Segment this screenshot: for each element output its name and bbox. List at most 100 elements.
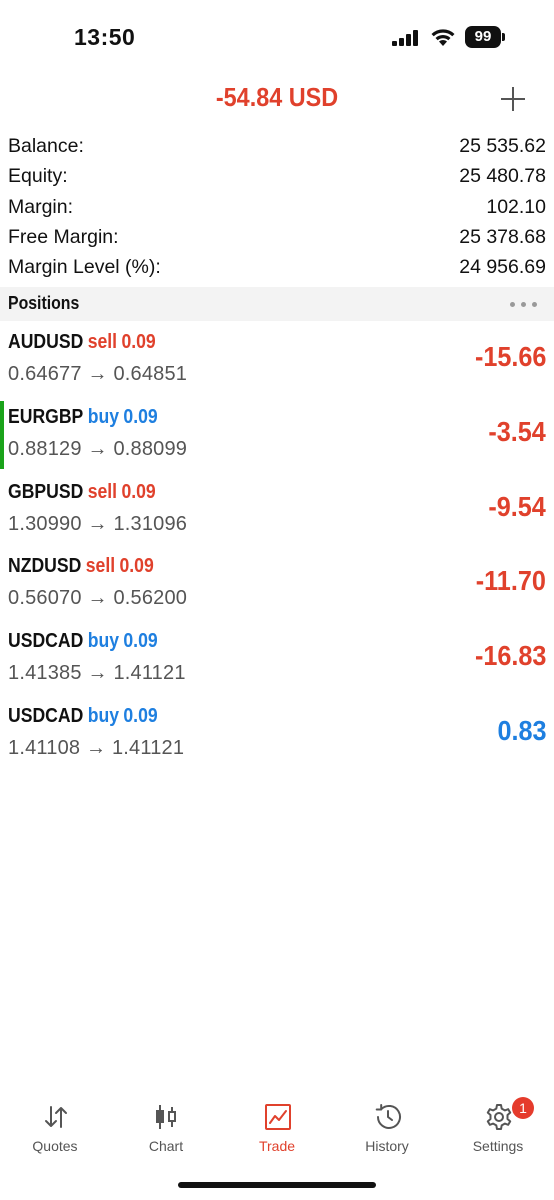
position-side: buy bbox=[87, 704, 119, 727]
current-price: 0.56200 bbox=[113, 587, 188, 610]
summary-row-margin-level: Margin Level (%): 24 956.69 bbox=[0, 253, 554, 283]
position-row[interactable]: EURGBP buy 0.09 0.88129 → 0.88099 -3.54 bbox=[0, 398, 554, 473]
tab-chart[interactable]: Chart bbox=[116, 1090, 216, 1160]
summary-label: Equity: bbox=[8, 165, 68, 188]
tab-quotes[interactable]: Quotes bbox=[5, 1090, 105, 1160]
positions-section-header: Positions bbox=[0, 287, 554, 321]
positions-title: Positions bbox=[8, 293, 80, 313]
position-prices: 0.64677 → 0.64851 bbox=[8, 363, 187, 386]
quotes-arrows-icon bbox=[45, 1106, 67, 1128]
current-price: 0.64851 bbox=[113, 363, 188, 385]
position-volume: 0.09 bbox=[123, 704, 158, 727]
position-symbol: EURGBP bbox=[8, 405, 84, 428]
summary-value: 24 956.69 bbox=[459, 256, 546, 279]
position-side: buy bbox=[87, 405, 120, 428]
arrow-right-icon: → bbox=[87, 512, 108, 535]
dot bbox=[510, 302, 515, 307]
status-bar: 13:50 99 bbox=[0, 0, 554, 70]
summary-row-margin: Margin: 102.10 bbox=[0, 193, 554, 223]
summary-value: 25 480.78 bbox=[459, 165, 546, 188]
summary-value: 25 535.62 bbox=[459, 135, 546, 157]
arrow-right-icon: → bbox=[87, 363, 108, 385]
position-side: sell bbox=[85, 555, 116, 578]
summary-row-free-margin: Free Margin: 25 378.68 bbox=[0, 223, 554, 253]
position-title: USDCAD buy 0.09 bbox=[8, 705, 158, 728]
position-title: NZDUSD sell 0.09 bbox=[8, 555, 154, 578]
dot bbox=[532, 302, 537, 307]
tab-trade[interactable]: Trade bbox=[227, 1090, 327, 1160]
summary-label: Free Margin: bbox=[8, 225, 119, 248]
cellular-signal-icon bbox=[392, 30, 418, 46]
arrow-right-icon: → bbox=[85, 736, 107, 759]
candlestick-icon bbox=[156, 1105, 176, 1129]
tab-label: Chart bbox=[148, 1138, 184, 1154]
account-summary: Balance: 25 535.62 Equity: 25 480.78 Mar… bbox=[0, 132, 554, 283]
position-profit: -11.70 bbox=[475, 565, 546, 597]
tab-label: Settings bbox=[472, 1138, 524, 1154]
position-volume: 0.09 bbox=[123, 405, 158, 428]
position-volume: 0.09 bbox=[123, 630, 158, 653]
position-side: buy bbox=[87, 630, 119, 653]
tab-label: Quotes bbox=[32, 1138, 78, 1154]
position-row[interactable]: NZDUSD sell 0.09 0.56070 → 0.56200 -11.70 bbox=[0, 547, 554, 622]
summary-row-equity: Equity: 25 480.78 bbox=[0, 162, 554, 192]
trade-chart-icon bbox=[265, 1104, 291, 1130]
new-order-button[interactable] bbox=[498, 84, 528, 114]
position-prices: 0.56070 → 0.56200 bbox=[8, 587, 187, 610]
tab-bar: Quotes Chart Trade History 1 Settings bbox=[0, 1090, 554, 1170]
arrow-right-icon: → bbox=[87, 587, 108, 610]
position-title: USDCAD buy 0.09 bbox=[8, 630, 158, 653]
position-row[interactable]: GBPUSD sell 0.09 1.30990 → 1.31096 -9.54 bbox=[0, 473, 554, 548]
total-profit: -54.84 USD bbox=[215, 82, 339, 112]
summary-label: Balance: bbox=[8, 135, 84, 157]
current-price: 1.41121 bbox=[113, 662, 186, 685]
positions-list: AUDUSD sell 0.09 0.64677 → 0.64851 -15.66 … bbox=[0, 323, 554, 772]
position-profit: -3.54 bbox=[488, 415, 546, 447]
home-indicator bbox=[178, 1182, 376, 1188]
position-row[interactable]: USDCAD buy 0.09 1.41108 → 1.41121 0.83 bbox=[0, 697, 554, 772]
open-price: 1.30990 bbox=[8, 512, 82, 535]
position-title: EURGBP buy 0.09 bbox=[8, 406, 158, 429]
arrow-right-icon: → bbox=[87, 437, 108, 460]
trade-header: -54.84 USD bbox=[0, 78, 554, 120]
position-row[interactable]: AUDUSD sell 0.09 0.64677 → 0.64851 -15.66 bbox=[0, 323, 554, 398]
position-side: sell bbox=[87, 480, 118, 503]
position-symbol: NZDUSD bbox=[8, 555, 82, 578]
position-symbol: USDCAD bbox=[8, 630, 84, 653]
position-profit: -15.66 bbox=[474, 341, 546, 372]
status-time: 13:50 bbox=[74, 24, 136, 50]
arrow-right-icon: → bbox=[87, 662, 108, 685]
tab-label: History bbox=[365, 1138, 409, 1154]
summary-label: Margin: bbox=[8, 195, 74, 218]
summary-value: 25 378.68 bbox=[459, 225, 546, 248]
summary-value: 102.10 bbox=[486, 195, 546, 218]
gear-icon bbox=[486, 1104, 512, 1130]
current-price: 0.88099 bbox=[113, 437, 188, 460]
open-price: 0.56070 bbox=[8, 587, 82, 610]
tab-label: Trade bbox=[258, 1138, 296, 1154]
battery-cap bbox=[502, 33, 505, 41]
position-title: AUDUSD sell 0.09 bbox=[8, 331, 156, 354]
notification-badge: 1 bbox=[512, 1097, 534, 1119]
position-prices: 1.41108 → 1.41121 bbox=[8, 737, 184, 760]
current-price: 1.31096 bbox=[113, 512, 188, 535]
more-options-icon[interactable] bbox=[510, 302, 538, 308]
position-prices: 1.41385 → 1.41121 bbox=[8, 662, 186, 685]
position-symbol: AUDUSD bbox=[8, 331, 84, 353]
open-price: 0.88129 bbox=[8, 437, 82, 460]
history-clock-icon bbox=[375, 1104, 401, 1129]
position-row[interactable]: USDCAD buy 0.09 1.41385 → 1.41121 -16.83 bbox=[0, 622, 554, 697]
position-title: GBPUSD sell 0.09 bbox=[8, 481, 156, 504]
position-prices: 1.30990 → 1.31096 bbox=[8, 513, 187, 536]
summary-row-balance: Balance: 25 535.62 bbox=[0, 132, 554, 162]
position-profit: -9.54 bbox=[488, 490, 546, 522]
open-price: 0.64677 bbox=[8, 363, 82, 385]
tab-settings[interactable]: 1 Settings bbox=[448, 1090, 548, 1160]
battery-indicator: 99 bbox=[465, 26, 505, 48]
tab-history[interactable]: History bbox=[337, 1090, 437, 1160]
summary-label: Margin Level (%): bbox=[8, 256, 161, 279]
position-profit: -16.83 bbox=[474, 640, 546, 672]
position-side: sell bbox=[87, 331, 118, 353]
position-profit: 0.83 bbox=[496, 714, 546, 746]
selected-marker bbox=[0, 400, 4, 469]
